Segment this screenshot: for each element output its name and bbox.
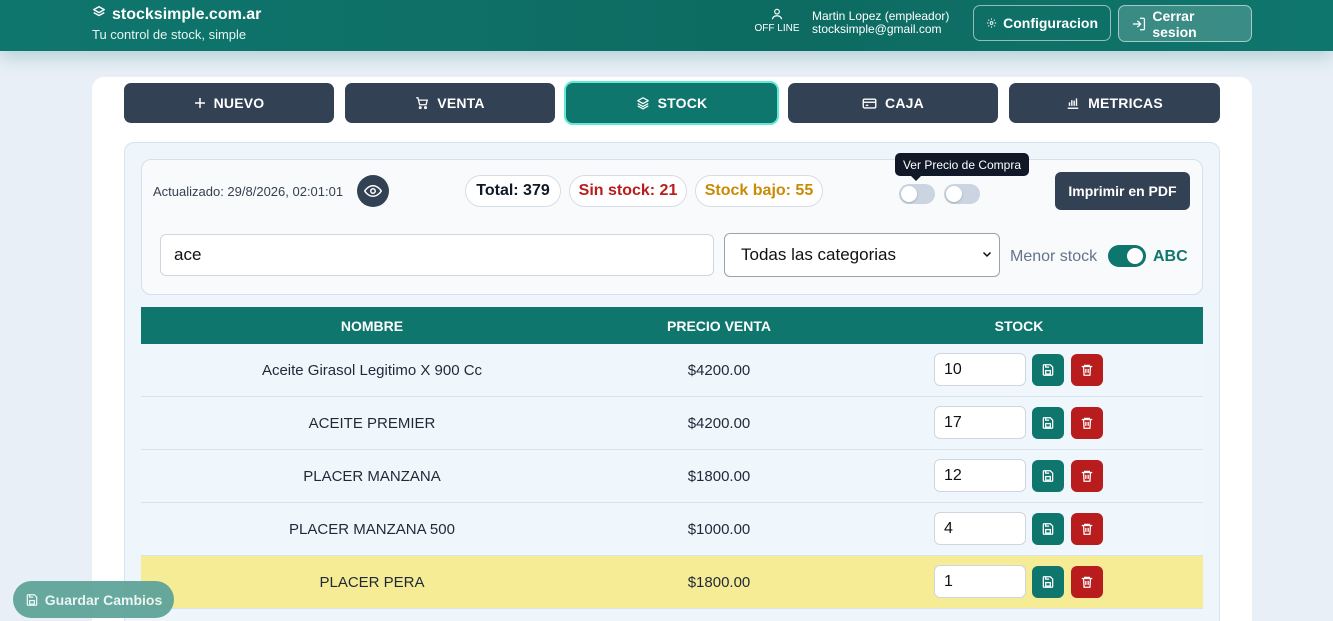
tab-label: VENTA [437,95,485,111]
product-name: PLACER MANZANA [303,468,441,485]
save-changes-button[interactable]: Guardar Cambios [13,581,174,618]
trash-icon [1081,364,1093,376]
sort-label-abc: ABC [1153,248,1188,265]
trash-icon [1081,576,1093,588]
save-icon [1042,523,1054,535]
logout-button[interactable]: Cerrar sesion [1118,5,1252,42]
product-name: PLACER MANZANA 500 [289,521,455,538]
tab-bar: NUEVO VENTA STOCK CAJA METRICAS [124,83,1220,123]
column-header-stock[interactable]: STOCK [835,307,1203,344]
connection-status: OFF LINE [752,7,802,34]
category-selected: Todas las categorias [741,245,896,264]
tab-label: NUEVO [213,95,265,111]
updated-timestamp: Actualizado: 29/8/2026, 02:01:01 [153,184,344,199]
user-icon [771,8,783,20]
layers-icon [92,5,106,24]
gear-icon [986,18,997,28]
tab-caja[interactable]: CAJA [788,83,998,123]
brand-name: stocksimple.com.ar [112,5,262,23]
save-icon [1042,417,1054,429]
tab-stock[interactable]: STOCK [566,83,777,123]
tab-metricas[interactable]: METRICAS [1009,83,1220,123]
product-name: PLACER PERA [319,574,425,591]
chevron-down-icon [982,251,992,258]
stock-input[interactable]: 12 [934,459,1026,492]
layers-icon [636,97,649,110]
delete-button[interactable] [1071,460,1103,492]
sort-toggle[interactable] [1108,245,1146,267]
save-icon [1042,576,1054,588]
low-stock-badge[interactable]: Stock bajo: 55 [695,175,823,207]
column-header-precio[interactable]: PRECIO VENTA [603,307,835,344]
tab-label: STOCK [657,95,708,111]
category-select[interactable]: Todas las categorias [724,233,1000,277]
brand-tagline: Tu control de stock, simple [92,27,247,42]
product-price: $1000.00 [687,521,751,538]
save-icon [26,593,38,606]
save-icon [1042,364,1054,376]
product-price: $1800.00 [687,468,751,485]
stock-input[interactable]: 10 [934,353,1026,386]
save-button[interactable] [1032,354,1064,386]
table-row: Aceite Girasol Legitimo X 900 Cc $4200.0… [141,344,1203,397]
total-badge: Total: 379 [465,175,561,207]
plus-icon [194,98,205,108]
brand: stocksimple.com.ar Tu control de stock, … [92,5,262,43]
purchase-price-toggle[interactable] [899,184,935,204]
table-header: NOMBRE PRECIO VENTA STOCK [141,307,1203,344]
stock-input[interactable]: 1 [934,565,1026,598]
search-input[interactable]: ace [160,234,714,276]
user-info: Martin Lopez (empleador) stocksimple@gma… [812,10,949,36]
print-pdf-button[interactable]: Imprimir en PDF [1055,172,1190,210]
column-header-nombre[interactable]: NOMBRE [141,307,603,344]
delete-button[interactable] [1071,513,1103,545]
table-row: PLACER MANZANA 500 $1000.00 4 [141,503,1203,556]
secondary-toggle[interactable] [944,184,980,204]
user-email: stocksimple@gmail.com [812,22,942,36]
sort-label-menor-stock: Menor stock [1010,248,1098,265]
refresh-view-button[interactable] [357,175,389,207]
product-price: $4200.00 [687,415,751,432]
save-button[interactable] [1032,460,1064,492]
stock-input[interactable]: 4 [934,512,1026,545]
cart-icon [416,97,429,110]
save-button[interactable] [1032,566,1064,598]
trash-icon [1081,470,1093,482]
out-of-stock-badge[interactable]: Sin stock: 21 [569,175,687,207]
logout-icon [1132,17,1146,30]
product-price: $1800.00 [687,574,751,591]
product-name: ACEITE PREMIER [308,415,436,432]
stock-input[interactable]: 17 [934,406,1026,439]
delete-button[interactable] [1071,407,1103,439]
tab-venta[interactable]: VENTA [345,83,555,123]
delete-button[interactable] [1071,354,1103,386]
eye-icon [364,184,382,198]
tab-label: METRICAS [1088,95,1163,111]
trash-icon [1081,417,1093,429]
save-button[interactable] [1032,407,1064,439]
top-bar: stocksimple.com.ar Tu control de stock, … [0,0,1333,51]
product-name: Aceite Girasol Legitimo X 900 Cc [261,362,483,379]
tab-label: CAJA [885,95,924,111]
save-button[interactable] [1032,513,1064,545]
table-row: ACEITE PREMIER $4200.00 17 [141,397,1203,450]
status-label: OFF LINE [754,23,800,34]
product-price: $4200.00 [687,362,751,379]
save-changes-label: Guardar Cambios [44,591,163,608]
tab-nuevo[interactable]: NUEVO [124,83,334,123]
config-label: Configuracion [1003,15,1098,31]
save-icon [1042,470,1054,482]
bar-chart-icon [1067,98,1079,109]
cash-icon [862,97,877,109]
logout-label: Cerrar sesion [1152,7,1197,40]
table-row-low-stock: PLACER PERA $1800.00 1 [141,556,1203,609]
table-row: PLACER MANZANA $1800.00 12 [141,450,1203,503]
purchase-price-tooltip: Ver Precio de Compra [895,153,1029,181]
delete-button[interactable] [1071,566,1103,598]
config-button[interactable]: Configuracion [973,5,1111,41]
trash-icon [1081,523,1093,535]
